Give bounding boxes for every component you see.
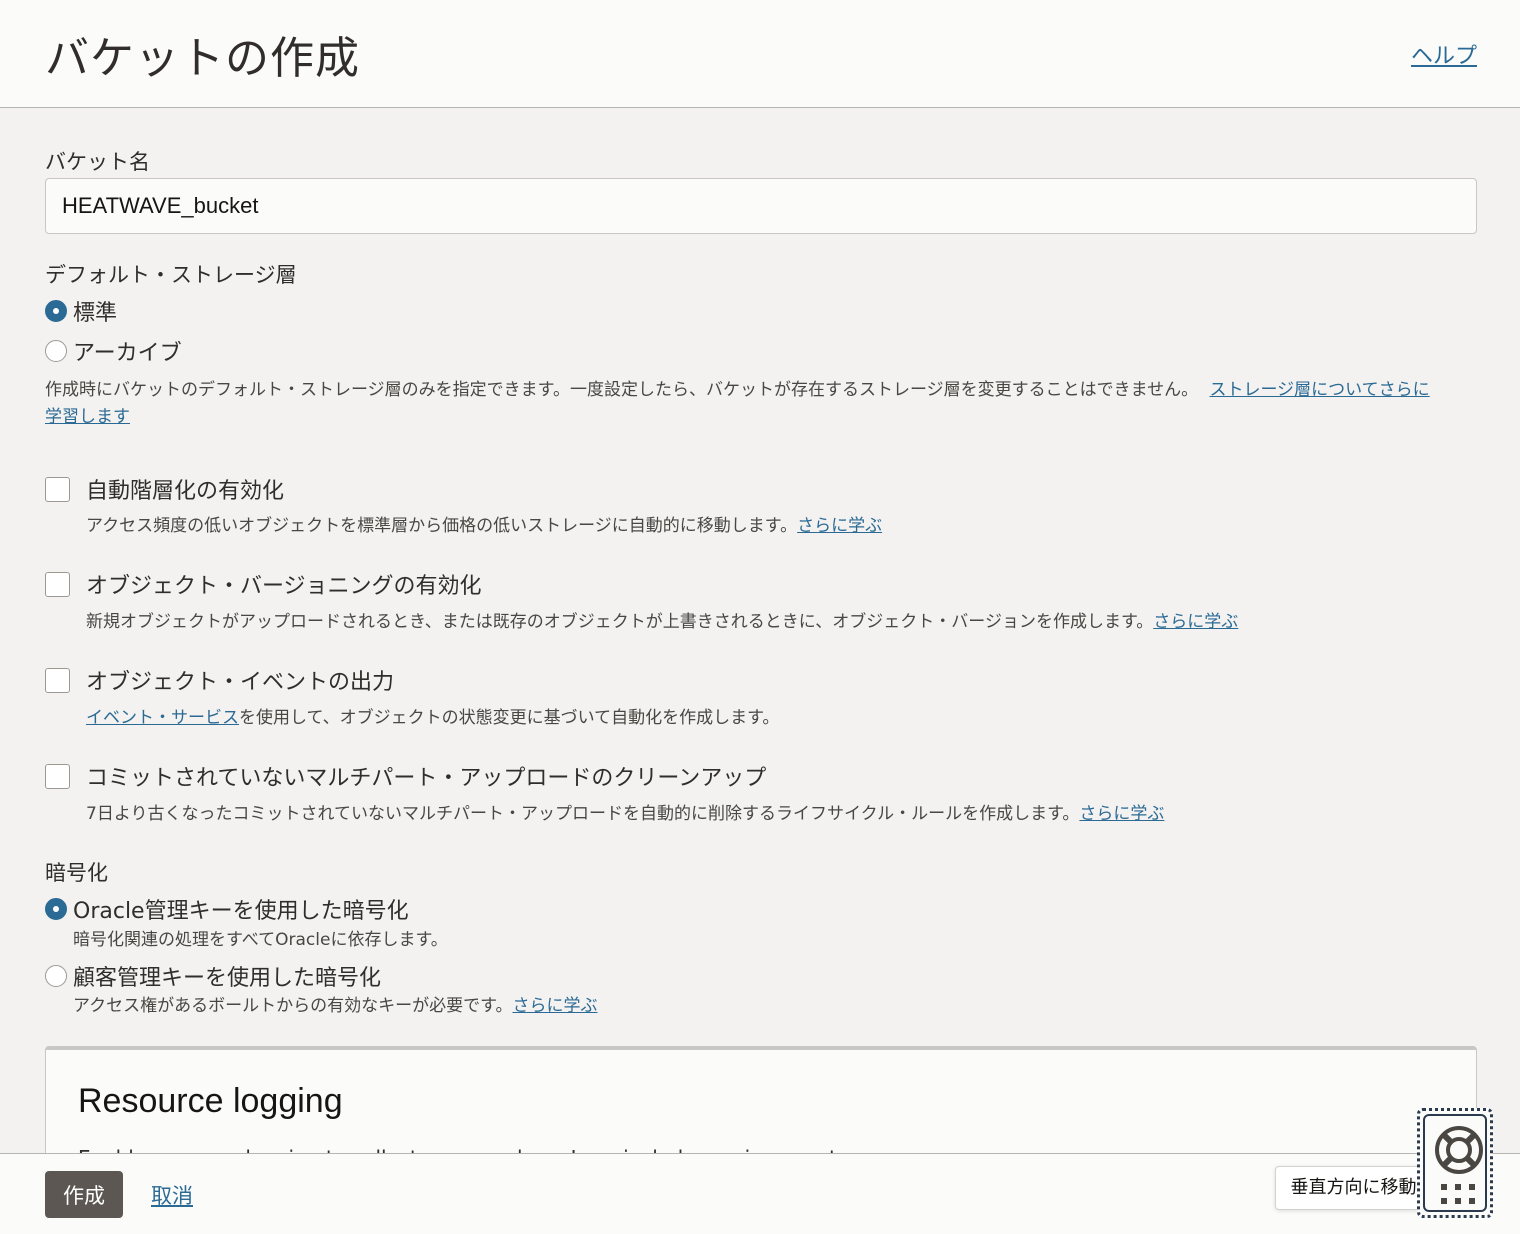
customer-managed-key-label: 顧客管理キーを使用した暗号化 [73, 966, 382, 991]
auto-tiering-desc: アクセス頻度の低いオブジェクトを標準層から価格の低いストレージに自動的に移動しま… [86, 516, 883, 536]
move-vertically-tooltip: 垂直方向に移動 [1275, 1166, 1432, 1210]
multipart-cleanup-option[interactable]: コミットされていないマルチパート・アップロードのクリーンアップ [45, 760, 766, 792]
cancel-link[interactable]: 取消 [151, 1180, 193, 1210]
storage-tier-standard-option[interactable]: 標準 [45, 295, 117, 327]
storage-tier-help: 作成時にバケットのデフォルト・ストレージ層のみを指定できます。一度設定したら、バ… [45, 377, 1477, 431]
radio-standard-label: 標準 [73, 301, 118, 326]
create-button[interactable]: 作成 [45, 1171, 123, 1218]
multipart-cleanup-checkbox[interactable] [45, 763, 70, 789]
auto-tiering-learn-more-link[interactable]: さらに学ぶ [797, 516, 882, 536]
object-versioning-checkbox[interactable] [45, 571, 70, 597]
oracle-managed-key-desc: 暗号化関連の処理をすべてOracleに依存します。 [73, 930, 448, 950]
page-title: バケットの作成 [45, 33, 360, 84]
object-versioning-desc: 新規オブジェクトがアップロードされるとき、または既存のオブジェクトが上書きされる… [86, 612, 1239, 632]
customer-managed-key-desc: アクセス権があるボールトからの有効なキーが必要です。さらに学ぶ [73, 996, 598, 1016]
oracle-managed-key-option[interactable]: Oracle管理キーを使用した暗号化 [45, 893, 409, 925]
lifebuoy-icon[interactable] [1433, 1124, 1485, 1176]
object-versioning-learn-more-link[interactable]: さらに学ぶ [1153, 612, 1238, 632]
page-header: バケットの作成 ヘルプ [0, 0, 1520, 108]
customer-managed-key-learn-more-link[interactable]: さらに学ぶ [512, 996, 597, 1016]
multipart-cleanup-learn-more-link[interactable]: さらに学ぶ [1079, 804, 1164, 824]
bucket-name-label: バケット名 [45, 150, 150, 174]
resource-logging-title: Resource logging [78, 1082, 343, 1120]
auto-tiering-option[interactable]: 自動階層化の有効化 [45, 473, 284, 505]
object-versioning-label: オブジェクト・バージョニングの有効化 [86, 574, 482, 599]
drag-handle-icon[interactable] [1441, 1184, 1477, 1206]
events-service-link[interactable]: イベント・サービス [86, 708, 239, 728]
radio-archive[interactable] [45, 340, 67, 362]
storage-tier-label: デフォルト・ストレージ層 [45, 263, 297, 287]
object-versioning-option[interactable]: オブジェクト・バージョニングの有効化 [45, 568, 482, 600]
customer-managed-key-option[interactable]: 顧客管理キーを使用した暗号化 [45, 960, 381, 992]
help-widget[interactable] [1417, 1108, 1493, 1218]
multipart-cleanup-label: コミットされていないマルチパート・アップロードのクリーンアップ [86, 766, 767, 791]
help-widget-inner[interactable] [1423, 1114, 1487, 1212]
encryption-label: 暗号化 [45, 861, 108, 885]
auto-tiering-checkbox[interactable] [45, 476, 70, 502]
storage-tier-archive-option[interactable]: アーカイブ [45, 335, 182, 367]
emit-object-events-option[interactable]: オブジェクト・イベントの出力 [45, 664, 394, 696]
bucket-name-input[interactable]: HEATWAVE_bucket [45, 178, 1477, 234]
emit-object-events-label: オブジェクト・イベントの出力 [86, 670, 395, 695]
radio-archive-label: アーカイブ [73, 341, 182, 366]
radio-standard[interactable] [45, 300, 67, 322]
emit-object-events-checkbox[interactable] [45, 667, 70, 693]
radio-customer-managed-key[interactable] [45, 965, 67, 987]
emit-object-events-desc: イベント・サービスを使用して、オブジェクトの状態変更に基づいて自動化を作成します… [86, 708, 780, 728]
oracle-managed-key-label: Oracle管理キーを使用した暗号化 [73, 899, 409, 924]
radio-oracle-managed-key[interactable] [45, 898, 67, 920]
storage-tier-help-text: 作成時にバケットのデフォルト・ストレージ層のみを指定できます。一度設定したら、バ… [45, 380, 1199, 400]
help-link[interactable]: ヘルプ [1411, 38, 1477, 70]
auto-tiering-label: 自動階層化の有効化 [86, 479, 285, 504]
multipart-cleanup-desc: 7日より古くなったコミットされていないマルチパート・アップロードを自動的に削除す… [86, 804, 1165, 824]
